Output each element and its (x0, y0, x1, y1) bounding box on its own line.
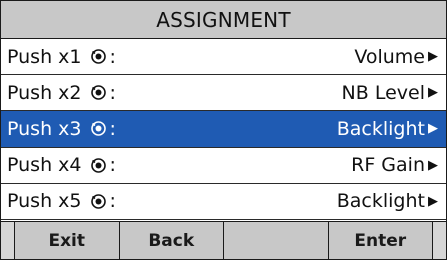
dial-knob-icon (90, 157, 107, 174)
menu-row-push-x5[interactable]: Push x5 : Backlight ▶ (1, 184, 446, 220)
triangle-right-icon: ▶ (428, 193, 438, 209)
row-separator: : (109, 45, 116, 68)
push-count-label: Push x5 (7, 190, 82, 213)
back-softkey[interactable]: Back (120, 222, 224, 259)
row-separator: : (109, 81, 116, 104)
softkey-bar: Exit Back Enter (1, 221, 446, 259)
assigned-function: Backlight (336, 190, 425, 213)
push-count-label: Push x2 (7, 81, 82, 104)
softkey-bar-edge-right (432, 222, 446, 259)
exit-softkey[interactable]: Exit (15, 222, 120, 259)
triangle-right-icon: ▶ (428, 121, 438, 137)
assignment-menu: Push x1 : Volume ▶ Push x2 : NB Level ▶ … (1, 39, 446, 220)
dial-knob-icon (90, 120, 107, 137)
dial-knob-icon (90, 84, 107, 101)
screen-title: ASSIGNMENT (1, 1, 446, 39)
menu-row-push-x3[interactable]: Push x3 : Backlight ▶ (1, 111, 446, 148)
assigned-function: NB Level (341, 81, 425, 104)
row-separator: : (109, 190, 116, 213)
push-count-label: Push x4 (7, 154, 82, 177)
dial-knob-icon (90, 193, 107, 210)
assigned-function: Volume (354, 45, 425, 68)
assigned-function: Backlight (336, 117, 425, 140)
row-separator: : (109, 117, 116, 140)
push-count-label: Push x3 (7, 117, 82, 140)
menu-row-push-x1[interactable]: Push x1 : Volume ▶ (1, 39, 446, 76)
radio-display: ASSIGNMENT Push x1 : Volume ▶ Push x2 : (0, 0, 447, 260)
menu-row-push-x2[interactable]: Push x2 : NB Level ▶ (1, 75, 446, 112)
triangle-right-icon: ▶ (428, 85, 438, 101)
push-count-label: Push x1 (7, 45, 82, 68)
softkey-bar-edge-left (1, 222, 15, 259)
dial-knob-icon (90, 48, 107, 65)
menu-row-push-x4[interactable]: Push x4 : RF Gain ▶ (1, 148, 446, 184)
row-separator: : (109, 154, 116, 177)
triangle-right-icon: ▶ (428, 49, 438, 65)
assigned-function: RF Gain (351, 154, 425, 177)
enter-softkey[interactable]: Enter (329, 222, 433, 259)
blank-softkey[interactable] (224, 222, 329, 259)
triangle-right-icon: ▶ (428, 157, 438, 173)
